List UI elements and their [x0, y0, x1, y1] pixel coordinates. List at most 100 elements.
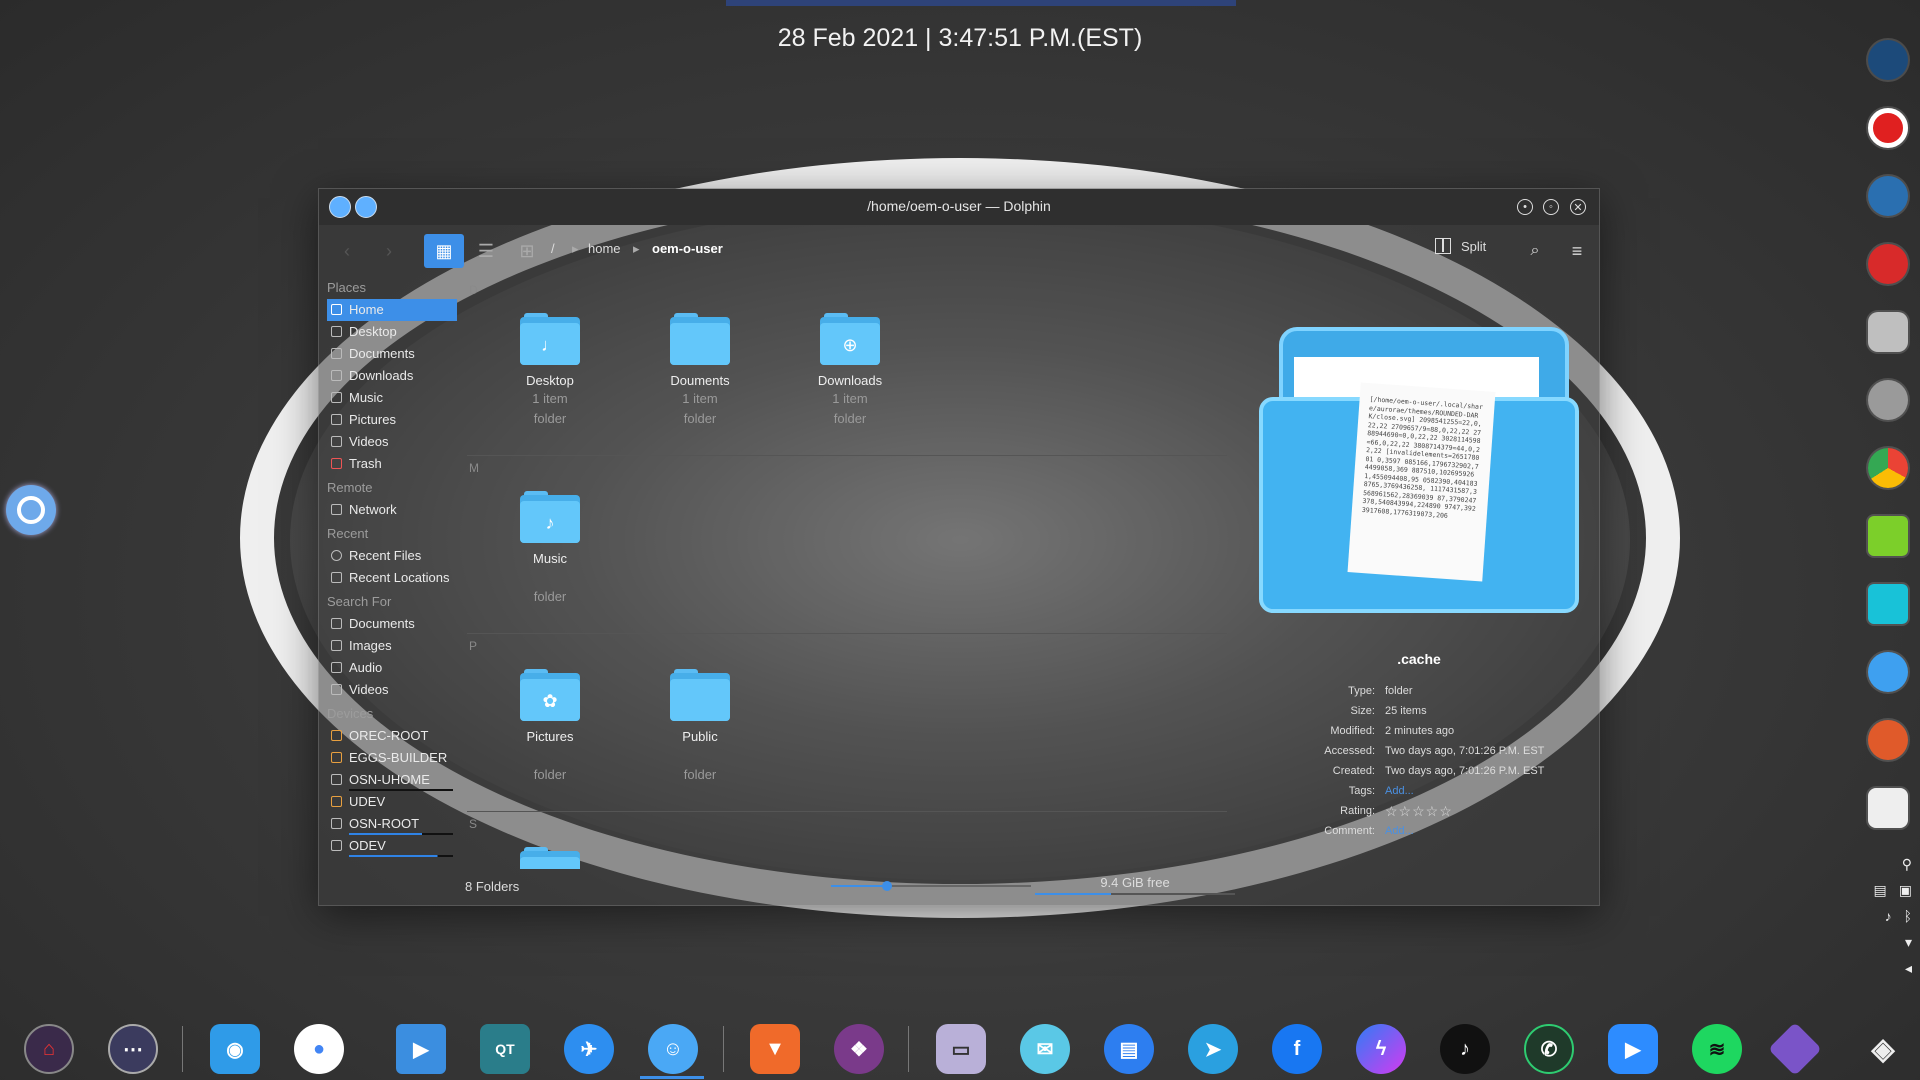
sidebar-item-documents[interactable]: Documents [327, 343, 457, 365]
eagle-icon[interactable]: ❖ [834, 1024, 884, 1074]
split-button[interactable]: Split [1435, 238, 1486, 254]
wifi-icon[interactable]: ▾ [1905, 934, 1912, 960]
zoom-slider[interactable] [831, 881, 1031, 891]
disk-icon[interactable] [1868, 380, 1908, 420]
whatsapp-icon[interactable]: ✆ [1524, 1024, 1574, 1074]
sidebar-item-videos[interactable]: Videos [327, 431, 457, 453]
breadcrumb-root[interactable]: / [551, 241, 555, 256]
qt-icon[interactable]: QT [480, 1024, 530, 1074]
sidebar-item-device[interactable]: OSN-ROOT [327, 813, 457, 835]
dolphin-window: /home/oem-o-user — Dolphin • ◦ ✕ ‹ › ▦ ☰… [318, 188, 1600, 906]
folder-type: folder [683, 411, 717, 426]
sidebar-item-desktop[interactable]: Desktop [327, 321, 457, 343]
facebook-icon[interactable]: f [1272, 1024, 1322, 1074]
settings-gear-icon[interactable] [1868, 312, 1908, 352]
breadcrumb-current[interactable]: oem-o-user [652, 241, 723, 256]
tiktok-icon[interactable]: ♪ [1440, 1024, 1490, 1074]
volume-muted-icon[interactable]: ♪ [1885, 908, 1892, 934]
home-icon[interactable]: ⌂ [24, 1024, 74, 1074]
red-record-icon[interactable] [1868, 108, 1908, 148]
compact-view-button[interactable]: ☰ [466, 234, 506, 268]
search-icon[interactable]: ⌕ [1515, 234, 1555, 268]
folder-icon: ♩ [520, 313, 580, 365]
hamburger-menu-icon[interactable]: ≡ [1557, 234, 1597, 268]
icons-view-button[interactable]: ▦ [424, 234, 464, 268]
sidebar-item-trash[interactable]: Trash [327, 453, 457, 475]
drive-icon [331, 730, 342, 741]
add-tags-link[interactable]: Add... [1385, 785, 1414, 797]
rating-stars[interactable]: ☆☆☆☆☆ [1385, 803, 1453, 820]
google-assistant-icon[interactable]: ● [294, 1024, 344, 1074]
disk-icon[interactable]: ▭ [936, 1024, 986, 1074]
user-icon[interactable]: ⚲ [1902, 856, 1912, 882]
sidebar-item-music[interactable]: Music [327, 387, 457, 409]
chrome-icon[interactable] [1868, 448, 1908, 488]
store-icon[interactable]: ▶ [396, 1024, 446, 1074]
maximize-button[interactable]: ◦ [1543, 199, 1559, 215]
green-cube-icon[interactable] [1868, 516, 1908, 556]
red-t-icon[interactable] [1868, 244, 1908, 284]
breadcrumb-home[interactable]: home [588, 241, 621, 256]
sidebar-item-network[interactable]: Network [327, 499, 457, 521]
expand-tray-icon[interactable]: ◂ [1905, 960, 1912, 986]
finder-icon[interactable] [1868, 652, 1908, 692]
telegram-icon[interactable]: ➤ [1188, 1024, 1238, 1074]
sidebar-item-search-videos[interactable]: Videos [327, 679, 457, 701]
folder-item-partial[interactable] [475, 847, 625, 869]
folder-item-pictures[interactable]: ✿ Pictures folder [475, 669, 625, 784]
tiger-icon[interactable] [1868, 720, 1908, 760]
brave-icon[interactable]: ▼ [750, 1024, 800, 1074]
info-row: Modified: 2 minutes ago [1219, 725, 1599, 745]
sidebar-item-search-audio[interactable]: Audio [327, 657, 457, 679]
close-button[interactable]: ✕ [1570, 199, 1586, 215]
power-icon[interactable]: ◉ [210, 1024, 260, 1074]
sidebar-item-device[interactable]: OSN-UHOME [327, 769, 457, 791]
lock-icon[interactable]: ▣ [1899, 882, 1912, 908]
cyan-cube-icon[interactable] [1868, 584, 1908, 624]
sidebar-item-label: UDEV [349, 794, 386, 809]
folder-item-music[interactable]: ♪ Music folder [475, 491, 625, 606]
plane-icon[interactable]: ✈ [564, 1024, 614, 1074]
folder-item-downloads[interactable]: ⊕ Downloads 1 item folder [775, 313, 925, 428]
back-arrow-icon[interactable]: ‹ [327, 234, 367, 268]
tux-icon[interactable] [1868, 176, 1908, 216]
menu-dots-icon[interactable]: ⋯ [108, 1024, 158, 1074]
play-icon[interactable] [1768, 1022, 1822, 1076]
zoom-icon[interactable]: ▶ [1608, 1024, 1658, 1074]
zoom-knob[interactable] [882, 881, 892, 891]
messenger-icon[interactable]: ϟ [1356, 1024, 1406, 1074]
info-preview: [/home/oem-o-user/.local/share/aurorae/t… [1259, 327, 1579, 617]
sidebar-item-label: Downloads [349, 368, 414, 383]
sidebar-item-device[interactable]: UDEV [327, 791, 457, 813]
folder-item-desktop[interactable]: ♩ Desktop 1 item folder [475, 313, 625, 428]
sidebar-item-device[interactable]: ODEV [327, 835, 457, 857]
gauge-icon[interactable] [1868, 40, 1908, 80]
sidebar-item-device[interactable]: EGGS-BUILDER [327, 747, 457, 769]
folder-item-douments[interactable]: Douments 1 item folder [625, 313, 775, 428]
left-launcher-icon[interactable] [6, 485, 56, 535]
forward-arrow-icon[interactable]: › [369, 234, 409, 268]
spotify-icon[interactable]: ≋ [1692, 1024, 1742, 1074]
sidebar-item-recent-files[interactable]: Recent Files [327, 545, 457, 567]
bluetooth-icon[interactable]: ᛒ [1904, 908, 1912, 934]
chat-icon[interactable]: ▤ [1104, 1024, 1154, 1074]
right-dock [1866, 40, 1910, 856]
sidebar-item-search-images[interactable]: Images [327, 635, 457, 657]
info-row: Accessed: Two days ago, 7:01:26 P.M. EST [1219, 745, 1599, 765]
sidebar-item-recent-locations[interactable]: Recent Locations [327, 567, 457, 589]
titlebar[interactable]: /home/oem-o-user — Dolphin • ◦ ✕ [319, 189, 1599, 225]
add-comment-link[interactable]: Add... [1385, 825, 1414, 837]
minimize-button[interactable]: • [1517, 199, 1533, 215]
finder-icon[interactable]: ☺ [648, 1024, 698, 1074]
sidebar-item-pictures[interactable]: Pictures [327, 409, 457, 431]
sidebar-item-search-documents[interactable]: Documents [327, 613, 457, 635]
folder-item-public[interactable]: Public folder [625, 669, 775, 784]
sidebar-item-downloads[interactable]: Downloads [327, 365, 457, 387]
sidebar-item-home[interactable]: Home [327, 299, 457, 321]
trash-icon[interactable] [1868, 788, 1908, 828]
details-view-button[interactable]: ⊞ [507, 234, 547, 268]
sidebar-item-device[interactable]: OREC-ROOT [327, 725, 457, 747]
clipboard-icon[interactable]: ▤ [1874, 882, 1887, 908]
mail-icon[interactable]: ✉ [1020, 1024, 1070, 1074]
layers-icon[interactable]: ◈ [1858, 1024, 1908, 1074]
